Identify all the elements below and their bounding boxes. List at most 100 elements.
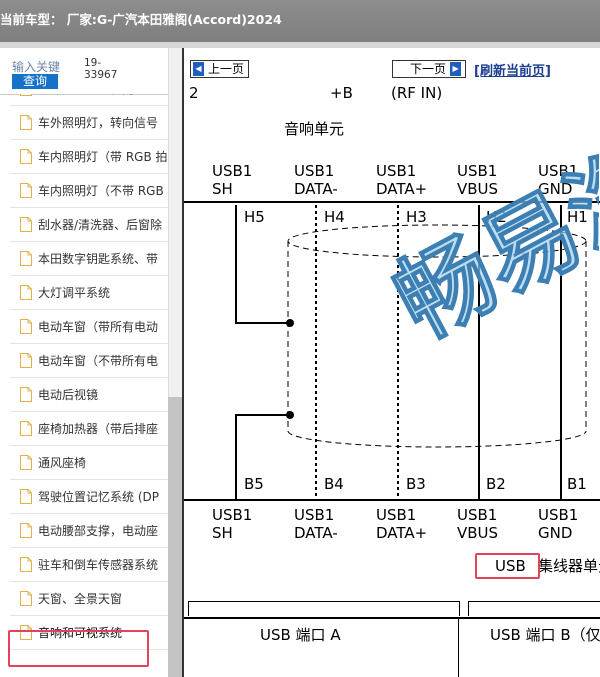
signal-label: USB1 GND [538,162,579,198]
sidebar-item[interactable]: 电动腰部支撑，电动座 [10,514,168,548]
prev-arrow-icon: ◀ [193,62,204,76]
next-page-button[interactable]: 下一页 ▶ [392,60,467,78]
usb-port-b-label: USB 端口 B（仅 [490,626,600,644]
document-icon [20,455,32,470]
search-row: 输入关键 查询 19- 33967 [0,48,168,95]
document-icon [20,94,32,96]
document-icon [20,285,32,300]
signal-label: USB1 DATA+ [376,162,428,198]
sidebar-item[interactable]: 电动车窗（不带所有电 [10,344,168,378]
sidebar-item-label: 大灯调平系统 [38,286,111,300]
connector-top-ellipse [287,224,587,258]
signal-label: USB1 DATA- [294,162,338,198]
signal-label: USB1 VBUS [457,162,499,198]
sidebar-scroll-thumb[interactable] [168,397,182,677]
sidebar-item[interactable]: 车外照明灯，转向信号 [10,106,168,140]
selected-item-highlight [8,630,149,667]
port-divider [458,617,459,677]
sidebar-item[interactable]: 大灯调平系统 [10,276,168,310]
search-result-count: 19- 33967 [84,57,118,81]
current-model-title: 当前车型： 厂家:G-广汽本田雅阁(Accord)2024 [0,12,282,27]
usb-port-a-label: USB 端口 A [260,626,341,644]
refresh-page-link[interactable]: [刷新当前页] [474,60,551,79]
pin-label: B3 [406,475,426,493]
sidebar-item-label: 车内照明灯（不带 RGB [38,184,164,198]
shield-junction-top [286,319,294,327]
document-icon [20,591,32,606]
signal-label: USB1 SH [212,506,253,542]
hub-unit-label: 集线器单元 [538,557,600,575]
document-icon [20,149,32,164]
signal-label: USB1 SH [212,162,253,198]
sidebar-item-label: 本田数字钥匙系统、带 [38,252,159,266]
sidebar-item[interactable]: 车外灯、主动转向灯、 [10,94,168,106]
sidebar-item[interactable]: 电动后视镜 [10,378,168,412]
sidebar-item-label: 通风座椅 [38,456,87,470]
sidebar-item[interactable]: 座椅加热器（带后排座 [10,412,168,446]
pin-label: B4 [324,475,344,493]
signal-label: USB1 GND [538,506,579,542]
sidebar-item-label: 电动车窗（不带所有电 [38,354,159,368]
sidebar-item[interactable]: 车内照明灯（不带 RGB [10,174,168,208]
sidebar-item[interactable]: 驾驶位置记忆系统 (DP [10,480,168,514]
sidebar-item-label: 电动车窗（带所有电动 [38,320,159,334]
sidebar-item[interactable]: 刮水器/清洗器、后窗除 [10,208,168,242]
sidebar-item[interactable]: 本田数字钥匙系统、带 [10,242,168,276]
shield-wire-top [235,205,290,324]
shield-junction-bottom [286,411,294,419]
top-partial-rf: (RF IN) [391,84,443,102]
document-icon [20,353,32,368]
document-icon [20,489,32,504]
sidebar-item-label: 驻车和倒车传感器系统 [38,558,159,572]
sidebar: 输入关键 查询 19- 33967 车外灯、主动转向灯、车外照明灯，转向信号车内… [0,48,182,677]
document-icon [20,557,32,572]
port-a-top-box [188,601,460,616]
sidebar-item-label: 车外灯、主动转向灯、 [38,94,158,97]
next-arrow-icon: ▶ [450,62,462,76]
sidebar-list: 车外灯、主动转向灯、车外照明灯，转向信号车内照明灯（带 RGB 拍车内照明灯（不… [0,94,168,677]
sidebar-item-label: 车外照明灯，转向信号 [38,116,159,130]
sidebar-item[interactable]: 天窗、全景天窗 [10,582,168,616]
page-toolbar: ◀ 上一页 下一页 ▶ [刷新当前页] [184,48,600,82]
document-icon [20,523,32,538]
sidebar-item-label: 驾驶位置记忆系统 (DP [38,490,159,504]
signal-label: USB1 DATA+ [376,506,428,542]
pin-label: B5 [244,475,264,493]
wiring-lines [235,205,587,499]
sidebar-item[interactable]: 电动车窗（带所有电动 [10,310,168,344]
document-icon [20,183,32,198]
signal-label: USB1 DATA- [294,506,338,542]
sidebar-item-label: 座椅加热器（带后排座 [38,422,159,436]
port-boundary-line [184,617,600,619]
sidebar-item-label: 车内照明灯（带 RGB 拍 [38,150,168,164]
document-icon [20,421,32,436]
spacer-icon [395,62,406,76]
audio-unit-label: 音响单元 [284,120,345,138]
document-icon [20,115,32,130]
usb-highlight-box [475,553,540,579]
sidebar-item[interactable]: 通风座椅 [10,446,168,480]
connector-bottom-arc [287,430,587,448]
document-icon [20,251,32,266]
hub-boundary-line [184,499,600,501]
sidebar-item-label: 刮水器/清洗器、后窗除 [38,218,163,232]
search-input[interactable]: 输入关键 [12,58,68,75]
port-b-top-box [468,601,600,616]
pin-label: B2 [486,475,506,493]
pin-label: B1 [567,475,587,493]
sidebar-item[interactable]: 车内照明灯（带 RGB 拍 [10,140,168,174]
sidebar-item-label: 天窗、全景天窗 [38,592,123,606]
title-bar: 当前车型： 厂家:G-广汽本田雅阁(Accord)2024 [0,0,600,48]
top-partial-pin: 2 [189,84,199,102]
sidebar-item-label: 电动腰部支撑，电动座 [38,524,159,538]
document-icon [20,387,32,402]
sidebar-item-label: 电动后视镜 [38,388,99,402]
signal-label: USB1 VBUS [457,506,499,542]
document-icon [20,319,32,334]
content-pane: ◀ 上一页 下一页 ▶ [刷新当前页] 2 +B (RF IN) 音响单元 USB1… [182,48,600,677]
search-button[interactable]: 查询 [12,74,58,89]
sidebar-item[interactable]: 驻车和倒车传感器系统 [10,548,168,582]
prev-page-button[interactable]: ◀ 上一页 [190,60,250,78]
document-icon [20,217,32,232]
top-partial-b: +B [330,84,353,102]
